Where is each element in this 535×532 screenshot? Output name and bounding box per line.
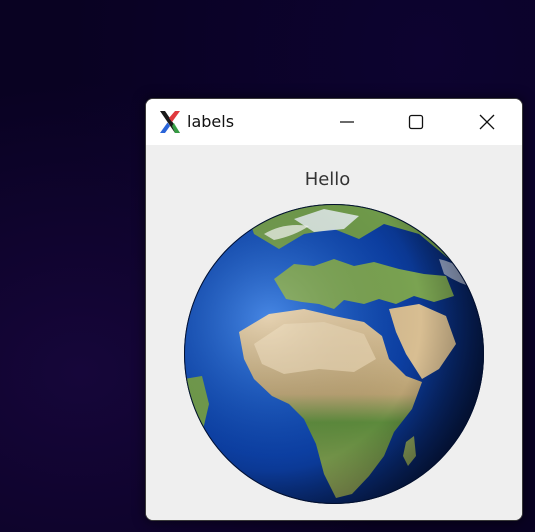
title-bar[interactable]: labels <box>146 99 522 145</box>
minimize-button[interactable] <box>324 99 370 145</box>
maximize-icon <box>408 114 424 130</box>
close-icon <box>479 114 495 130</box>
hello-label: Hello <box>304 169 351 190</box>
earth-globe-image <box>184 204 484 504</box>
maximize-button[interactable] <box>393 99 439 145</box>
app-window: labels Hello <box>145 98 523 521</box>
window-title: labels <box>187 112 235 131</box>
close-button[interactable] <box>464 99 510 145</box>
app-logo-icon <box>160 111 180 133</box>
minimize-icon <box>340 121 354 123</box>
window-content: Hello <box>146 145 522 520</box>
